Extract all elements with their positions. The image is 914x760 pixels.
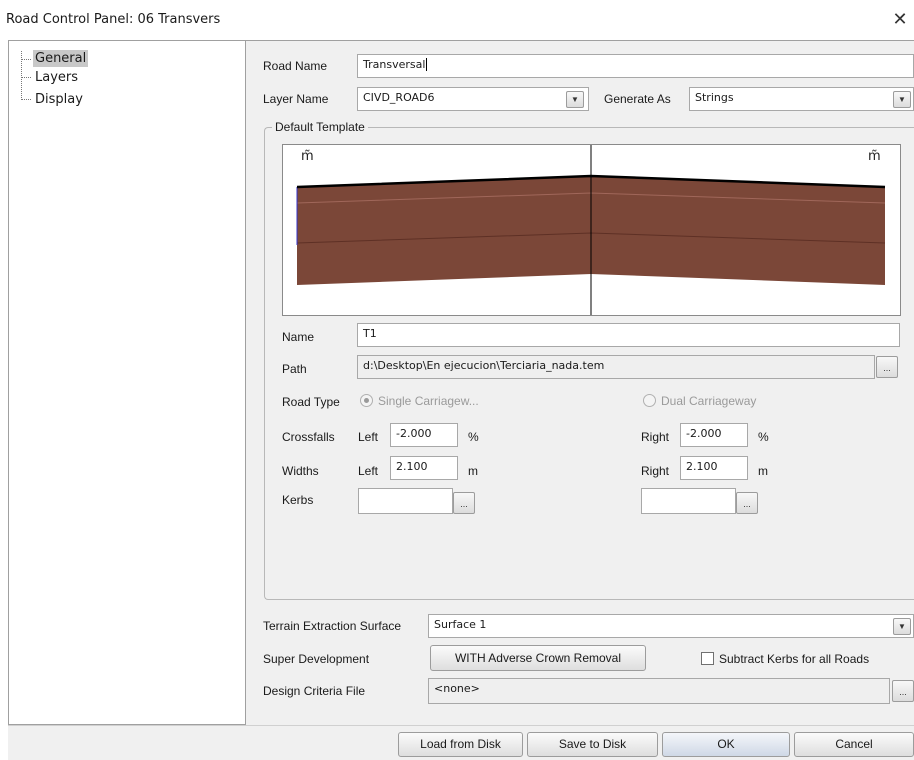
left-edge-marker: m̃: [301, 149, 314, 164]
tree-item-layers[interactable]: Layers: [33, 69, 80, 86]
single-carriageway-label: Single Carriagew...: [378, 394, 479, 408]
single-carriageway-radio[interactable]: [360, 394, 373, 407]
width-right-value: 2.100: [686, 460, 718, 473]
width-left-unit: m: [468, 464, 478, 478]
kerb-right-browse-button[interactable]: ...: [736, 492, 758, 514]
close-icon[interactable]: ✕: [888, 8, 912, 32]
terrain-dropdown-icon[interactable]: ▼: [893, 618, 911, 635]
tree-item-display[interactable]: Display: [33, 91, 85, 108]
tree-connector: [21, 77, 31, 78]
kerb-left-input[interactable]: [358, 488, 453, 514]
subtract-kerbs-checkbox[interactable]: [701, 652, 714, 665]
template-name-input[interactable]: T1: [357, 323, 900, 347]
generate-as-label: Generate As: [604, 92, 671, 106]
default-template-title: Default Template: [272, 120, 368, 134]
window-title: Road Control Panel: 06 Transvers: [6, 12, 221, 27]
adverse-crown-button[interactable]: WITH Adverse Crown Removal: [430, 645, 646, 671]
kerbs-label: Kerbs: [282, 493, 314, 507]
crossfall-left-label: Left: [358, 430, 379, 444]
widths-label: Widths: [282, 464, 319, 478]
browse-template-button[interactable]: ...: [876, 356, 898, 378]
crossfall-right-unit: %: [758, 430, 769, 444]
template-name-value: T1: [363, 327, 377, 340]
subtract-kerbs-label: Subtract Kerbs for all Roads: [719, 652, 870, 666]
design-criteria-browse-button[interactable]: ...: [892, 680, 914, 702]
ok-button[interactable]: OK: [662, 732, 790, 757]
layer-name-label: Layer Name: [263, 92, 329, 106]
tree-item-general[interactable]: General: [33, 50, 89, 67]
generate-as-select[interactable]: Strings: [689, 87, 914, 111]
width-right-label: Right: [641, 464, 670, 478]
terrain-surface-label: Terrain Extraction Surface: [263, 619, 402, 633]
layer-dropdown-icon[interactable]: ▼: [566, 91, 584, 108]
road-name-label: Road Name: [263, 59, 328, 73]
navigation-tree: General Layers Display: [8, 40, 246, 725]
generate-dropdown-icon[interactable]: ▼: [893, 91, 911, 108]
template-path-label: Path: [282, 362, 307, 376]
load-from-disk-button[interactable]: Load from Disk: [398, 732, 523, 757]
layer-name-select[interactable]: CIVD_ROAD6: [357, 87, 589, 111]
crossfall-right-value: -2.000: [686, 427, 722, 440]
width-left-input[interactable]: 2.100: [390, 456, 458, 480]
road-type-label: Road Type: [282, 395, 340, 409]
dual-carriageway-radio[interactable]: [643, 394, 656, 407]
crossfalls-label: Crossfalls: [282, 430, 335, 444]
width-left-label: Left: [358, 464, 379, 478]
cancel-button[interactable]: Cancel: [794, 732, 914, 757]
crossfall-left-input[interactable]: -2.000: [390, 423, 458, 447]
width-right-input[interactable]: 2.100: [680, 456, 748, 480]
template-cross-section: m̃ m̃: [296, 145, 886, 315]
dual-carriageway-label: Dual Carriageway: [661, 394, 757, 408]
road-name-value: Transversal: [363, 58, 426, 71]
crossfall-right-input[interactable]: -2.000: [680, 423, 748, 447]
template-path-value: d:\Desktop\En ejecucion\Terciaria_nada.t…: [363, 359, 605, 372]
super-development-label: Super Development: [263, 652, 370, 666]
design-criteria-label: Design Criteria File: [263, 684, 366, 698]
crossfall-left-unit: %: [468, 430, 479, 444]
template-path-field[interactable]: d:\Desktop\En ejecucion\Terciaria_nada.t…: [357, 355, 875, 379]
tree-connector: [21, 59, 31, 60]
design-criteria-field[interactable]: <none>: [428, 678, 890, 704]
layer-name-value: CIVD_ROAD6: [363, 91, 435, 104]
terrain-surface-value: Surface 1: [434, 618, 487, 631]
save-to-disk-button[interactable]: Save to Disk: [527, 732, 658, 757]
width-left-value: 2.100: [396, 460, 428, 473]
design-criteria-value: <none>: [434, 682, 480, 695]
crossfall-right-label: Right: [641, 430, 670, 444]
kerb-right-input[interactable]: [641, 488, 736, 514]
kerb-left-browse-button[interactable]: ...: [453, 492, 475, 514]
template-preview: m̃ m̃: [282, 144, 901, 316]
tree-connector: [21, 99, 31, 100]
generate-as-value: Strings: [695, 91, 734, 104]
width-right-unit: m: [758, 464, 768, 478]
template-name-label: Name: [282, 330, 315, 344]
title-bar: Road Control Panel: 06 Transvers ✕: [0, 0, 914, 40]
road-name-input[interactable]: Transversal: [357, 54, 914, 78]
crossfall-left-value: -2.000: [396, 427, 432, 440]
terrain-surface-select[interactable]: Surface 1: [428, 614, 914, 638]
right-edge-marker: m̃: [868, 149, 881, 164]
